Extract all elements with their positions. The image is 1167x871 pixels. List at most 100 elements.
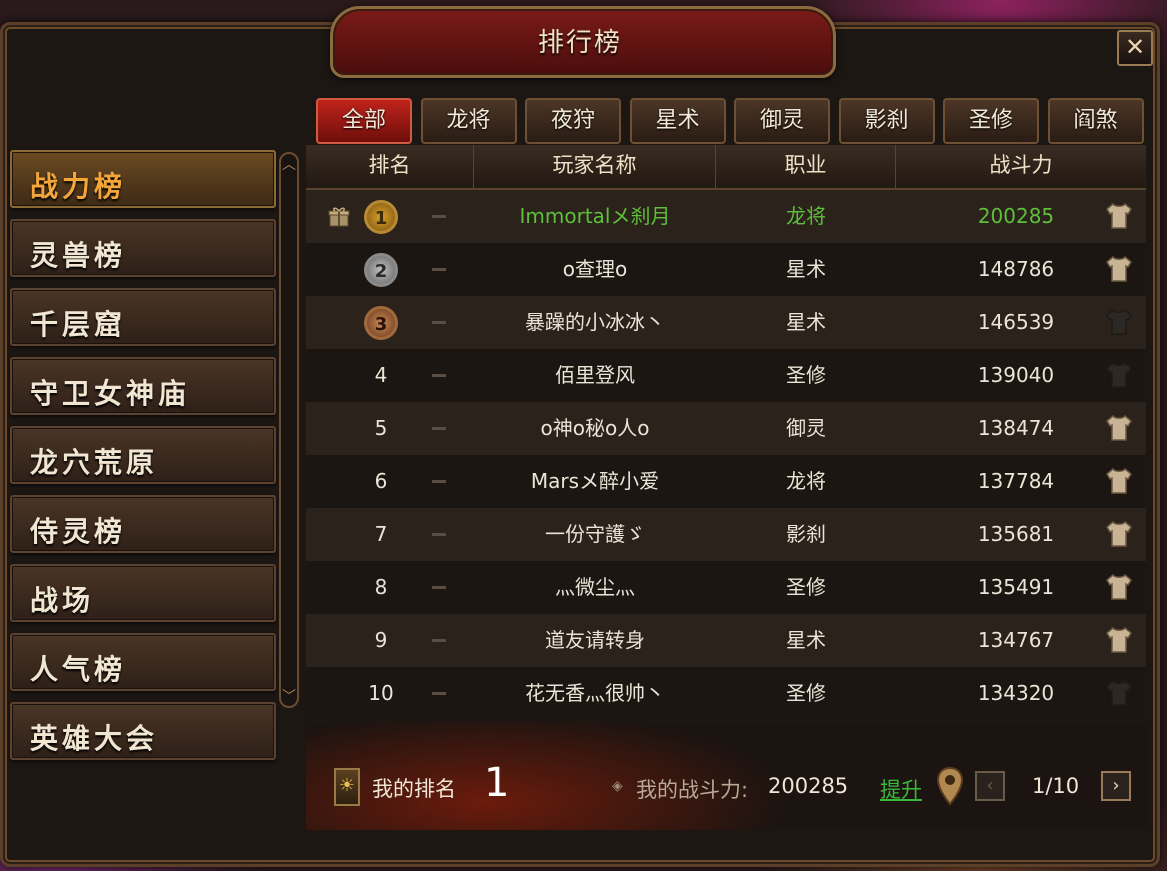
table-row[interactable]: 3 暴躁的小冰冰丶 星术 146539 (306, 296, 1146, 349)
sidebar-item-label: 灵兽榜 (30, 239, 127, 272)
diamond-icon: ◈ (612, 778, 623, 794)
rank-change-dash-icon (432, 480, 446, 483)
equipment-shirt-icon[interactable] (1104, 360, 1134, 390)
class-tab[interactable]: 龙将 (420, 98, 517, 144)
rank-number: 9 (374, 628, 388, 652)
window-title: 排行榜 (537, 28, 622, 58)
equipment-shirt-icon[interactable] (1104, 413, 1134, 443)
sidebar-item[interactable]: 守卫女神庙 (10, 357, 276, 415)
equipment-shirt-icon[interactable] (1104, 254, 1134, 284)
sidebar-item-label: 守卫女神庙 (30, 377, 191, 410)
table-row[interactable]: 1 Immortalメ刹月 龙将 200285 (306, 190, 1146, 243)
rank-medal-icon: 2 (364, 253, 398, 287)
sidebar-item-label: 龙穴荒原 (30, 446, 159, 479)
gift-icon[interactable] (328, 206, 350, 228)
player-name: 暴躁的小冰冰丶 (525, 310, 665, 334)
rank-medal-icon: 1 (364, 200, 398, 234)
improve-link[interactable]: 提升 (880, 774, 922, 804)
sidebar-item[interactable]: 龙穴荒原 (10, 426, 276, 484)
sidebar-item[interactable]: 英雄大会 (10, 702, 276, 760)
location-pin-icon[interactable] (936, 766, 964, 806)
sidebar-item-label: 侍灵榜 (30, 515, 127, 548)
class-tab[interactable]: 星术 (629, 98, 726, 144)
class-tab[interactable]: 影刹 (838, 98, 935, 144)
player-class: 影刹 (786, 522, 826, 546)
table-row[interactable]: 10 花无香灬很帅丶 圣修 134320 (306, 667, 1146, 720)
equipment-shirt-icon[interactable] (1104, 466, 1134, 496)
rank-number: 7 (374, 522, 388, 546)
table-row[interactable]: 2 o查理o 星术 148786 (306, 243, 1146, 296)
rank-change-dash-icon (432, 639, 446, 642)
equipment-shirt-icon[interactable] (1104, 201, 1134, 231)
sidebar-item[interactable]: 千层窟 (10, 288, 276, 346)
player-name: 一份守護ゞ (545, 522, 645, 546)
my-rank-icon: ☀ (334, 768, 360, 806)
player-name: 佰里登风 (555, 363, 635, 387)
equipment-shirt-icon[interactable] (1104, 572, 1134, 602)
player-name: o查理o (562, 257, 628, 281)
equipment-shirt-icon[interactable] (1104, 519, 1134, 549)
table-row[interactable]: 6 Marsメ醉小爱 龙将 137784 (306, 455, 1146, 508)
class-tab[interactable]: 全部 (316, 98, 412, 144)
equipment-shirt-icon[interactable] (1104, 625, 1134, 655)
table-row[interactable]: 9 道友请转身 星术 134767 (306, 614, 1146, 667)
rank-medal-icon: 3 (364, 306, 398, 340)
prev-page-button[interactable]: ‹ (975, 771, 1005, 801)
sidebar-scrollbar[interactable]: ︿ ﹀ (279, 152, 299, 708)
table-header: 排名 玩家名称 职业 战斗力 (306, 145, 1146, 190)
rank-change-dash-icon (432, 215, 446, 218)
rank-number: 5 (374, 416, 388, 440)
equipment-shirt-icon[interactable] (1104, 307, 1134, 337)
sidebar-item[interactable]: 战场 (10, 564, 276, 622)
page-indicator: 1/10 (1032, 774, 1080, 798)
player-class: 御灵 (786, 416, 826, 440)
rank-number: 10 (368, 681, 394, 705)
table-row[interactable]: 4 佰里登风 圣修 139040 (306, 349, 1146, 402)
table-row[interactable]: 8 灬微尘灬 圣修 135491 (306, 561, 1146, 614)
player-class: 圣修 (786, 363, 826, 387)
player-name: 灬微尘灬 (555, 575, 635, 599)
scroll-down-icon[interactable]: ﹀ (281, 686, 297, 706)
close-button[interactable]: ✕ (1117, 30, 1153, 66)
class-tab[interactable]: 夜狩 (525, 98, 621, 144)
player-class: 星术 (786, 257, 826, 281)
rank-change-dash-icon (432, 374, 446, 377)
sidebar-item[interactable]: 战力榜 (10, 150, 276, 208)
next-page-button[interactable]: › (1101, 771, 1131, 801)
scroll-up-icon[interactable]: ︿ (281, 154, 297, 174)
class-tab[interactable]: 御灵 (734, 98, 830, 144)
sidebar-item-label: 人气榜 (30, 653, 127, 686)
category-sidebar: 战力榜灵兽榜千层窟守卫女神庙龙穴荒原侍灵榜战场人气榜英雄大会 (10, 150, 290, 772)
my-rank-value: 1 (484, 760, 510, 806)
sidebar-item[interactable]: 侍灵榜 (10, 495, 276, 553)
equipment-shirt-icon[interactable] (1104, 678, 1134, 708)
player-class: 星术 (786, 628, 826, 652)
rank-change-dash-icon (432, 586, 446, 589)
sidebar-item-label: 战力榜 (30, 170, 127, 203)
sidebar-item-label: 战场 (30, 584, 95, 617)
player-name: Immortalメ刹月 (519, 204, 671, 228)
my-power-label: 我的战斗力: (636, 778, 749, 802)
class-tab[interactable]: 阎煞 (1047, 98, 1144, 144)
rank-change-dash-icon (432, 427, 446, 430)
sidebar-item-label: 英雄大会 (30, 722, 159, 755)
player-name: 道友请转身 (545, 628, 645, 652)
player-class: 龙将 (786, 469, 826, 493)
player-class: 龙将 (786, 204, 826, 228)
rank-change-dash-icon (432, 268, 446, 271)
rank-number: 6 (374, 469, 388, 493)
sidebar-item[interactable]: 灵兽榜 (10, 219, 276, 277)
player-name: Marsメ醉小爱 (530, 469, 660, 493)
header-class: 职业 (716, 145, 896, 188)
rank-change-dash-icon (432, 533, 446, 536)
table-row[interactable]: 7 一份守護ゞ 影刹 135681 (306, 508, 1146, 561)
rank-change-dash-icon (432, 692, 446, 695)
class-tab[interactable]: 圣修 (943, 98, 1039, 144)
sidebar-item-label: 千层窟 (30, 308, 127, 341)
sidebar-item[interactable]: 人气榜 (10, 633, 276, 691)
header-rank: 排名 (306, 145, 474, 188)
my-power-value: 200285 (768, 774, 849, 798)
player-class: 圣修 (786, 681, 826, 705)
table-row[interactable]: 5 o神o秘o人o 御灵 138474 (306, 402, 1146, 455)
player-class: 圣修 (786, 575, 826, 599)
